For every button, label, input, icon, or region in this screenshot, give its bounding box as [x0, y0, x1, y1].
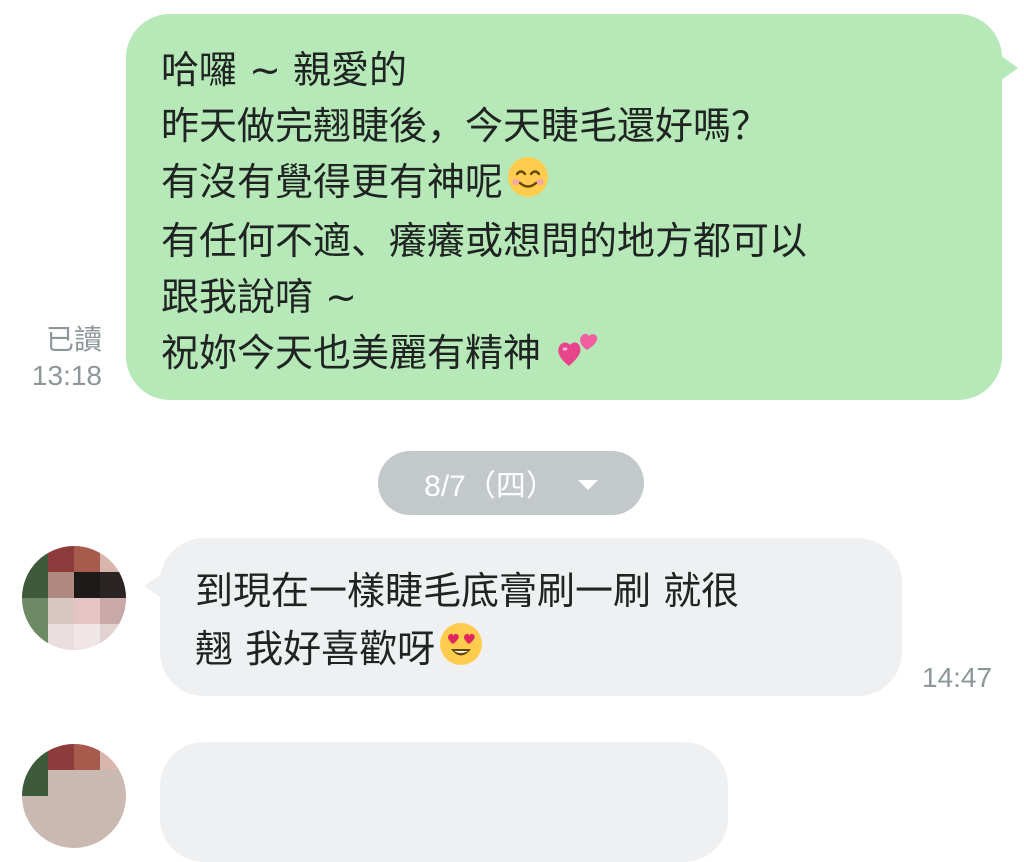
message-line: 到現在一樣睫毛底膏刷一刷 就很 [195, 569, 740, 613]
message-line: 有任何不適、癢癢或想問的地方都可以 [161, 219, 808, 263]
outgoing-message-bubble[interactable]: 哈囉 ~ 親愛的 昨天做完翹睫後，今天睫毛還好嗎？ 有沒有覺得更有神呢 有任何不… [126, 14, 1018, 400]
message-line-text: 翹 我好喜歡呀 [195, 627, 436, 671]
two-hearts-icon [555, 326, 601, 385]
read-receipt: 已讀 13:18 [32, 322, 102, 394]
message-line-with-emoji: 祝妳今天也美麗有精神 [161, 325, 972, 385]
incoming-message-bubble[interactable]: 到現在一樣睫毛底膏刷一刷 就很 翹 我好喜歡呀 [144, 538, 902, 696]
message-line: 昨天做完翹睫後，今天睫毛還好嗎？ [161, 104, 770, 148]
date-divider[interactable]: 8/7（四） [378, 451, 644, 515]
message-line-text: 有沒有覺得更有神呢 [161, 160, 504, 204]
chevron-down-icon [577, 480, 598, 490]
avatar[interactable] [22, 744, 126, 848]
read-label: 已讀 [45, 324, 102, 355]
message-time: 14:47 [922, 662, 993, 693]
smiling-face-icon [507, 156, 549, 213]
message-line: 哈囉 ~ 親愛的 [161, 48, 407, 92]
message-line-with-emoji: 有沒有覺得更有神呢 [161, 154, 972, 213]
bubble-tail [144, 572, 164, 600]
heart-eyes-face-icon [439, 622, 483, 682]
incoming-message-bubble[interactable] [160, 742, 728, 862]
message-line-with-emoji: 翹 我好喜歡呀 [195, 620, 872, 682]
message-line: 跟我說唷 ~ [161, 275, 357, 319]
bubble-tail [996, 52, 1018, 84]
date-label: 8/7（四） [424, 470, 556, 503]
message-time: 13:18 [31, 360, 102, 391]
message-line-text: 祝妳今天也美麗有精神 [161, 331, 542, 375]
avatar[interactable] [22, 546, 126, 650]
